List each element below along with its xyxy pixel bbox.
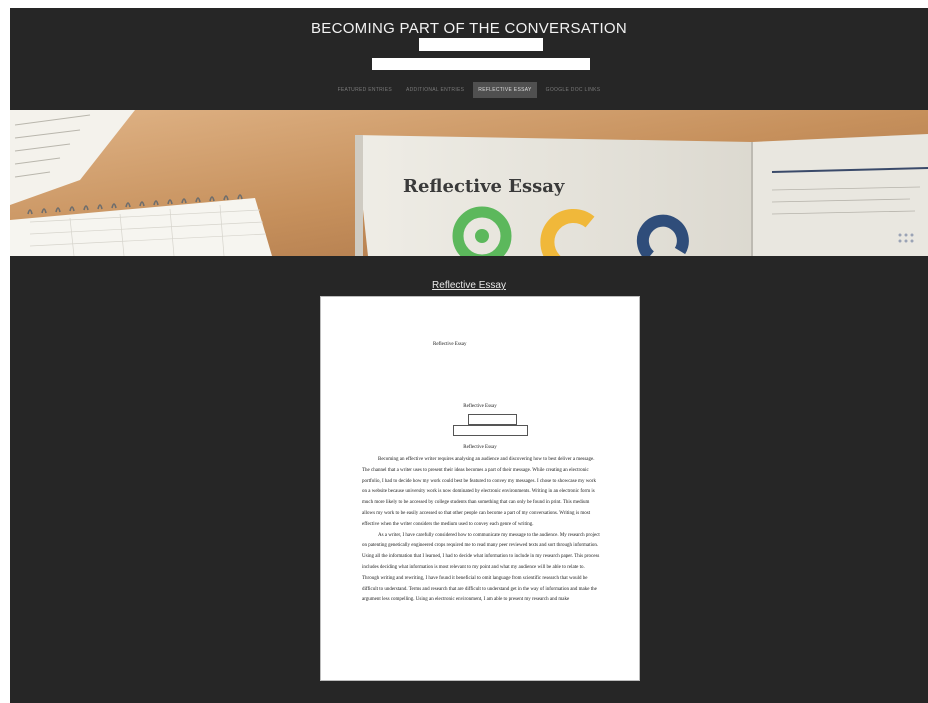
essay-document-preview[interactable]: Reflective Essay Reflective Essay Reflec… [320,296,640,681]
document-body-title: Reflective Essay [463,445,497,450]
page-frame: BECOMING PART OF THE CONVERSATION FEATUR… [10,8,928,703]
document-header-title: Reflective Essay [463,404,497,409]
nav-additional-entries[interactable]: ADDITIONAL ENTRIES [401,82,469,98]
document-redacted-field [453,425,528,436]
document-body: Becoming an effective writer requires an… [362,455,600,606]
main-nav: FEATURED ENTRIES ADDITIONAL ENTRIES REFL… [10,82,928,98]
nav-reflective-essay[interactable]: REFLECTIVE ESSAY [473,82,537,98]
hero-title: Reflective Essay [403,176,565,197]
document-paragraph: Becoming an effective writer requires an… [362,457,596,527]
document-cover-title: Reflective Essay [433,342,467,347]
site-title[interactable]: BECOMING PART OF THE CONVERSATION [10,20,928,37]
nav-google-doc-links[interactable]: GOOGLE DOC LINKS [541,82,606,98]
redaction-bar [372,58,590,70]
document-redacted-field [468,414,517,425]
nav-featured-entries[interactable]: FEATURED ENTRIES [333,82,397,98]
reflective-essay-link[interactable]: Reflective Essay [10,280,928,291]
hero-banner: Reflective Essay [10,110,928,256]
redaction-bar [419,38,543,51]
document-paragraph: As a writer, I have carefully considered… [362,532,600,603]
